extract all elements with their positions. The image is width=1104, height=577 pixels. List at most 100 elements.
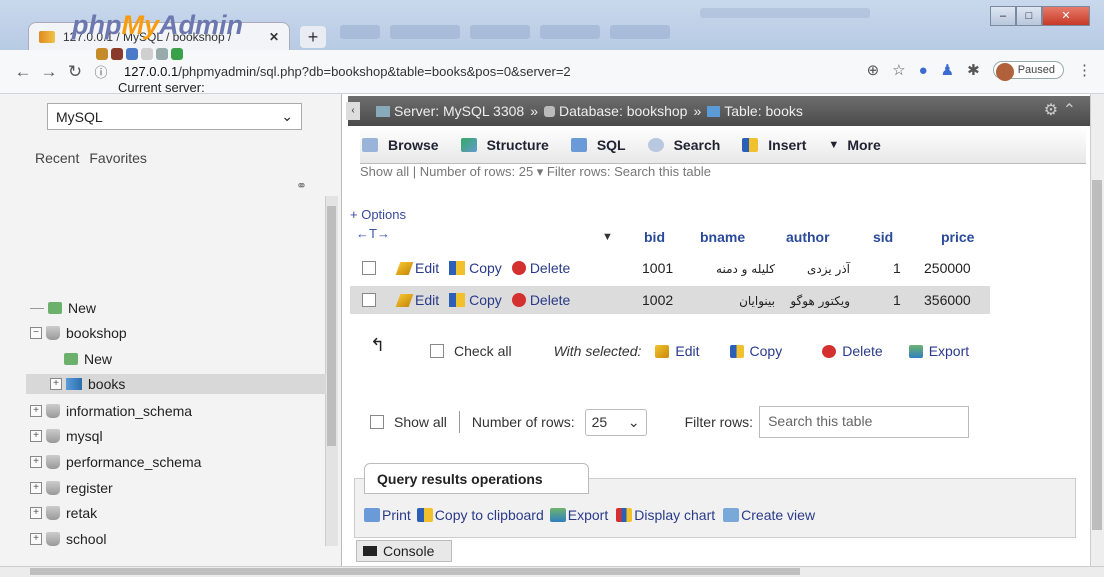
- tab-insert[interactable]: Insert: [742, 137, 806, 153]
- tree-item-new-table[interactable]: New: [64, 349, 112, 369]
- copy-icon: [416, 508, 433, 522]
- bulk-delete-button[interactable]: Delete: [822, 343, 883, 359]
- row-checkbox[interactable]: [362, 293, 376, 307]
- settings-gear-icon[interactable]: [156, 48, 168, 60]
- display-chart-link[interactable]: Display chart: [616, 507, 715, 523]
- forward-arrow-icon[interactable]: →: [36, 62, 62, 82]
- expand-icon[interactable]: +: [30, 430, 42, 442]
- expand-icon[interactable]: +: [30, 482, 42, 494]
- recent-tab[interactable]: Recent: [35, 150, 79, 166]
- expand-icon[interactable]: +: [30, 405, 42, 417]
- tree-item-retak[interactable]: + retak: [30, 503, 97, 523]
- info-icon[interactable]: ⓘ: [88, 62, 114, 81]
- bookmark-star-icon[interactable]: ☆: [892, 61, 905, 79]
- tree-item-performance-schema[interactable]: + performance_schema: [30, 452, 201, 472]
- show-all-checkbox[interactable]: [370, 415, 384, 429]
- background-tab[interactable]: [470, 25, 530, 39]
- print-link[interactable]: Print: [364, 507, 411, 523]
- column-header-price[interactable]: price: [941, 229, 974, 245]
- sort-caret-icon[interactable]: ▼: [602, 231, 613, 243]
- copy-to-clipboard-link[interactable]: Copy to clipboard: [416, 507, 544, 523]
- tree-item-information-schema[interactable]: + information_schema: [30, 401, 192, 421]
- nav-scroll-thumb[interactable]: [327, 206, 336, 446]
- tree-item-bookshop[interactable]: − bookshop: [30, 323, 127, 343]
- help-icon[interactable]: [126, 48, 138, 60]
- rows-per-page-select[interactable]: 25 ⌄: [584, 408, 647, 436]
- tab-search[interactable]: Search: [647, 137, 720, 153]
- tree-item-register[interactable]: + register: [30, 478, 113, 498]
- expand-icon[interactable]: +: [30, 533, 42, 545]
- tree-item-mysql[interactable]: + mysql: [30, 426, 103, 446]
- expand-icon[interactable]: +: [50, 378, 62, 390]
- extensions-puzzle-icon[interactable]: ✱: [967, 61, 980, 79]
- row-delete-link[interactable]: Delete: [502, 260, 570, 276]
- logout-icon[interactable]: [111, 48, 123, 60]
- minimize-button[interactable]: –: [990, 6, 1016, 26]
- column-header-sid[interactable]: sid: [873, 229, 893, 245]
- collapse-nav-icon[interactable]: ‹: [346, 102, 360, 120]
- zoom-icon[interactable]: ⊕: [867, 61, 880, 79]
- filter-rows-input[interactable]: Search this table: [759, 406, 970, 438]
- column-header-bname[interactable]: bname: [700, 229, 745, 245]
- url-field[interactable]: 127.0.0.1/phpmyadmin/sql.php?db=bookshop…: [124, 64, 571, 79]
- horizontal-scroll-thumb[interactable]: [30, 568, 800, 575]
- reload-icon[interactable]: ↻: [62, 62, 88, 82]
- breadcrumb-table[interactable]: Table: books: [724, 103, 803, 119]
- tree-item-school[interactable]: + school: [30, 529, 106, 549]
- console-button[interactable]: Console: [356, 540, 452, 562]
- column-resize-arrows[interactable]: ←T→: [356, 226, 390, 241]
- bulk-copy-button[interactable]: Copy: [729, 343, 782, 359]
- expand-icon[interactable]: +: [30, 507, 42, 519]
- background-tab[interactable]: [610, 25, 670, 39]
- background-tab[interactable]: [390, 25, 460, 39]
- row-delete-link[interactable]: Delete: [502, 292, 570, 308]
- close-window-button[interactable]: ✕: [1042, 6, 1090, 26]
- home-icon[interactable]: [96, 48, 108, 60]
- tab-browse[interactable]: Browse: [362, 137, 439, 153]
- check-all-checkbox[interactable]: [430, 344, 444, 358]
- row-edit-link[interactable]: Edit: [376, 260, 439, 276]
- tree-item-books[interactable]: + books: [50, 374, 125, 394]
- export-link[interactable]: Export: [549, 507, 608, 523]
- check-all-label[interactable]: Check all: [454, 343, 512, 359]
- row-copy-link[interactable]: Copy: [439, 260, 502, 276]
- options-link[interactable]: + Options: [350, 207, 406, 222]
- expand-icon[interactable]: +: [30, 456, 42, 468]
- tab-more[interactable]: ▼ More: [828, 137, 880, 153]
- column-header-author[interactable]: author: [786, 229, 830, 245]
- server-select[interactable]: MySQL ⌄: [47, 103, 302, 130]
- paused-profile-button[interactable]: Paused: [992, 61, 1064, 81]
- breadcrumb-server[interactable]: Server: MySQL 3308: [394, 103, 524, 119]
- tab-structure[interactable]: Structure: [460, 137, 549, 153]
- insert-icon: [742, 137, 759, 152]
- background-tab[interactable]: [540, 25, 600, 39]
- tab-sql[interactable]: SQL: [570, 137, 626, 153]
- phpmyadmin-logo[interactable]: phpMyAdmin: [72, 10, 243, 41]
- main-vertical-scroll-thumb[interactable]: [1092, 180, 1102, 530]
- link-icon[interactable]: ⚭: [296, 178, 307, 194]
- row-checkbox[interactable]: [362, 261, 376, 275]
- tree-item-new[interactable]: New: [30, 298, 96, 318]
- favorites-tab[interactable]: Favorites: [89, 150, 147, 166]
- browser-menu-icon[interactable]: ⋮: [1077, 61, 1092, 79]
- profile-extension-icon[interactable]: ♟: [941, 61, 954, 79]
- bulk-export-button[interactable]: Export: [908, 343, 969, 359]
- back-arrow-icon[interactable]: ←: [10, 62, 36, 82]
- tab-close-icon[interactable]: ✕: [269, 30, 279, 44]
- row-copy-link[interactable]: Copy: [439, 292, 502, 308]
- row-edit-link[interactable]: Edit: [376, 292, 439, 308]
- extension-icon[interactable]: ●: [919, 62, 928, 79]
- breadcrumb-database[interactable]: Database: bookshop: [559, 103, 687, 119]
- docs-icon[interactable]: [141, 48, 153, 60]
- reload-nav-icon[interactable]: [171, 48, 183, 60]
- bulk-edit-button[interactable]: Edit: [655, 343, 700, 359]
- create-view-link[interactable]: Create view: [723, 507, 815, 523]
- settings-gear-icon[interactable]: ⚙ ⌃: [1044, 100, 1076, 120]
- filter-rows-label: Filter rows:: [684, 414, 754, 430]
- show-all-label[interactable]: Show all: [394, 414, 447, 430]
- maximize-button[interactable]: □: [1016, 6, 1042, 26]
- new-tab-button[interactable]: +: [300, 26, 326, 48]
- collapse-icon[interactable]: −: [30, 327, 42, 339]
- background-tab[interactable]: [340, 25, 380, 39]
- column-header-bid[interactable]: bid: [644, 229, 665, 245]
